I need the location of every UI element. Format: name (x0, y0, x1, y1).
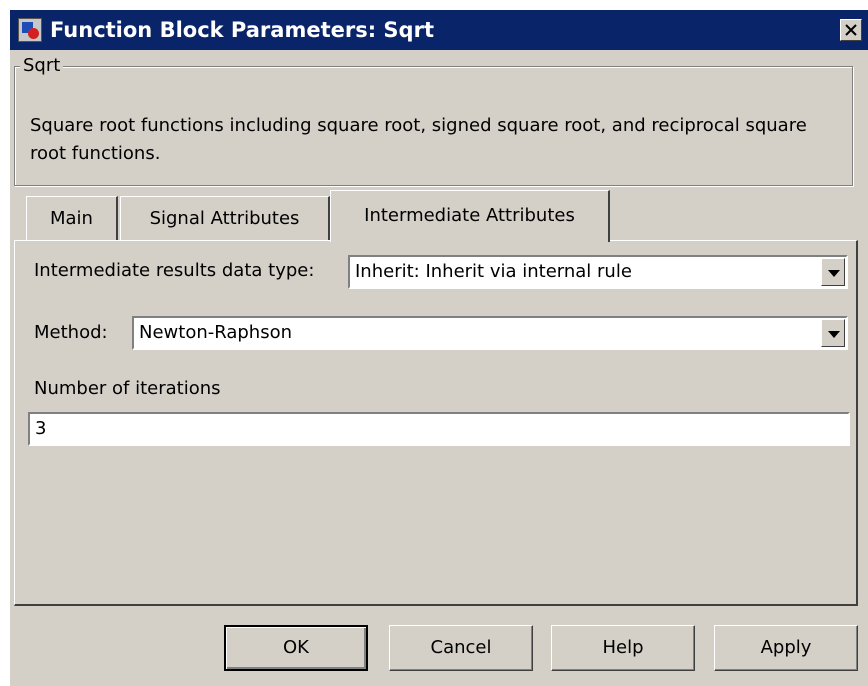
tab-main[interactable]: Main (26, 196, 118, 240)
title-bar[interactable]: Function Block Parameters: Sqrt (10, 10, 868, 50)
chevron-down-icon (828, 270, 840, 277)
help-button[interactable]: Help (551, 625, 695, 671)
iterations-input[interactable]: 3 (28, 412, 850, 446)
block-description: Square root functions including square r… (30, 115, 807, 164)
close-button[interactable] (840, 19, 862, 41)
iterations-label: Number of iterations (34, 378, 221, 399)
iterations-value: 3 (35, 418, 47, 439)
tab-intermediate-attributes[interactable]: Intermediate Attributes (330, 190, 610, 242)
ok-button[interactable]: OK (224, 625, 368, 671)
apply-button[interactable]: Apply (714, 625, 858, 671)
tab-signal-attributes[interactable]: Signal Attributes (120, 196, 330, 240)
method-label: Method: (34, 322, 108, 343)
method-dropdown-button[interactable] (821, 319, 845, 347)
simulink-icon (18, 18, 42, 42)
window-title: Function Block Parameters: Sqrt (50, 18, 434, 42)
method-select[interactable]: Newton-Raphson (132, 316, 848, 350)
close-icon (845, 24, 857, 36)
cancel-button[interactable]: Cancel (389, 625, 533, 671)
intermediate-type-select[interactable]: Inherit: Inherit via internal rule (348, 255, 848, 289)
method-value: Newton-Raphson (139, 322, 293, 343)
intermediate-type-value: Inherit: Inherit via internal rule (355, 261, 632, 282)
group-legend: Sqrt (20, 56, 64, 76)
intermediate-type-label: Intermediate results data type: (34, 260, 315, 281)
intermediate-type-dropdown-button[interactable] (821, 258, 845, 286)
chevron-down-icon (828, 331, 840, 338)
